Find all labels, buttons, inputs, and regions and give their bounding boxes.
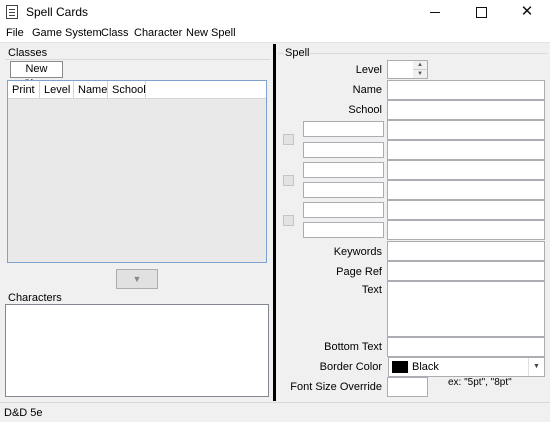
level-input[interactable] <box>387 60 414 79</box>
classes-grid-header: Print Level Name School <box>8 81 266 99</box>
menu-new-spell[interactable]: New Spell <box>186 27 236 39</box>
keywords-input[interactable] <box>387 241 545 261</box>
color-swatch <box>392 361 408 373</box>
level-label: Level <box>355 64 382 76</box>
menu-file[interactable]: File <box>6 27 24 39</box>
font-size-label: Font Size Override <box>290 381 382 393</box>
column-header-level[interactable]: Level <box>40 81 74 99</box>
title-bar: Spell Cards ✕ <box>0 0 550 24</box>
column-header-school[interactable]: School <box>108 81 146 99</box>
tab-new-class[interactable]: New Class <box>10 61 63 90</box>
component-long-input-3[interactable] <box>387 160 545 180</box>
page-ref-input[interactable] <box>387 261 545 281</box>
component-short-input-6[interactable] <box>303 222 384 238</box>
component-long-input-4[interactable] <box>387 180 545 200</box>
spin-down-icon[interactable]: ▼ <box>413 70 427 79</box>
border-color-label: Border Color <box>319 361 382 373</box>
bottom-text-label: Bottom Text <box>324 341 382 353</box>
document-icon[interactable] <box>6 5 18 19</box>
keywords-label: Keywords <box>333 246 382 258</box>
pane-splitter[interactable] <box>273 44 276 401</box>
column-header-print[interactable]: Print <box>8 81 40 99</box>
component-short-input-2[interactable] <box>303 142 384 158</box>
minimize-button[interactable] <box>412 0 458 24</box>
component-long-input-6[interactable] <box>387 220 545 240</box>
component-short-input-5[interactable] <box>303 202 384 218</box>
school-input[interactable] <box>387 100 545 120</box>
status-text: D&D 5e <box>4 407 43 419</box>
name-input[interactable] <box>387 80 545 100</box>
classes-divider <box>5 59 270 60</box>
border-color-select[interactable]: Black ▼ <box>388 357 545 377</box>
border-color-value: Black <box>412 361 439 373</box>
component-long-input-5[interactable] <box>387 200 545 220</box>
move-down-button[interactable]: ▼ <box>116 269 158 289</box>
classes-grid[interactable]: Print Level Name School <box>7 80 267 263</box>
component-checkbox-2[interactable] <box>283 175 294 186</box>
component-short-input-3[interactable] <box>303 162 384 178</box>
column-header-name[interactable]: Name <box>74 81 108 99</box>
page-ref-label: Page Ref <box>336 266 382 278</box>
close-button[interactable]: ✕ <box>504 0 550 24</box>
menu-character[interactable]: Character <box>134 27 182 39</box>
name-label: Name <box>352 84 382 96</box>
down-arrow-icon: ▼ <box>132 274 142 284</box>
menu-game-system[interactable]: Game System <box>32 27 102 39</box>
bottom-text-input[interactable] <box>387 337 545 357</box>
font-size-hint: ex: "5pt", "8pt" <box>448 377 512 388</box>
chevron-down-icon[interactable]: ▼ <box>528 358 544 376</box>
component-checkbox-1[interactable] <box>283 134 294 145</box>
menu-class[interactable]: Class <box>101 27 129 39</box>
component-short-input-1[interactable] <box>303 121 384 137</box>
characters-group-label: Characters <box>8 292 62 304</box>
spell-group-label: Spell <box>284 47 311 59</box>
maximize-button[interactable] <box>458 0 504 24</box>
classes-group-label: Classes <box>8 47 48 59</box>
text-label: Text <box>361 284 382 296</box>
characters-list[interactable] <box>5 304 269 397</box>
window-title: Spell Cards <box>26 5 89 19</box>
spin-up-icon[interactable]: ▲ <box>413 61 427 70</box>
component-checkbox-3[interactable] <box>283 215 294 226</box>
status-bar: D&D 5e <box>0 402 550 422</box>
component-short-input-4[interactable] <box>303 182 384 198</box>
menu-bar: File Game System Class Character New Spe… <box>0 24 550 43</box>
level-spinner[interactable]: ▲ ▼ <box>413 60 428 79</box>
font-size-input[interactable] <box>387 377 428 397</box>
school-label: School <box>348 104 382 116</box>
text-area[interactable] <box>387 281 545 337</box>
component-long-input-2[interactable] <box>387 140 545 160</box>
component-long-input-1[interactable] <box>387 120 545 140</box>
